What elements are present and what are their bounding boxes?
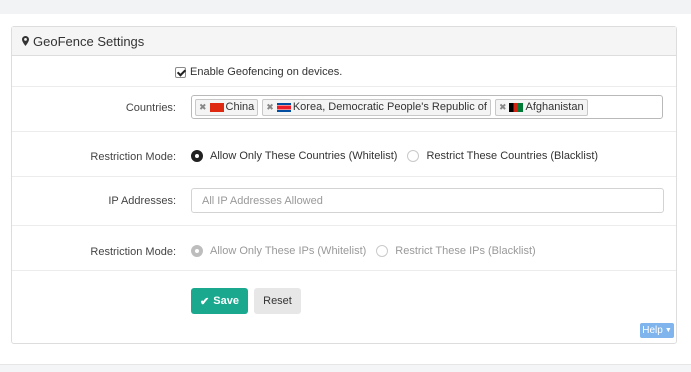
countries-select[interactable]: ✖ China ✖ Korea, Democratic People's Rep… bbox=[191, 95, 663, 119]
save-button-label: Save bbox=[213, 295, 239, 307]
bottom-bar bbox=[0, 364, 691, 372]
top-bar bbox=[0, 0, 691, 14]
country-restriction-label: Restriction Mode: bbox=[90, 151, 176, 163]
north-korea-flag-icon bbox=[276, 102, 291, 112]
ip-restriction-label: Restriction Mode: bbox=[90, 246, 176, 258]
reset-button[interactable]: Reset bbox=[254, 288, 301, 314]
ip-whitelist-radio[interactable] bbox=[191, 245, 203, 257]
ip-whitelist-label[interactable]: Allow Only These IPs (Whitelist) bbox=[210, 245, 366, 257]
china-flag-icon bbox=[209, 102, 224, 112]
ip-blacklist-radio[interactable] bbox=[376, 245, 389, 257]
country-whitelist-label[interactable]: Allow Only These Countries (Whitelist) bbox=[210, 150, 397, 162]
ip-addresses-input[interactable]: All IP Addresses Allowed bbox=[191, 188, 664, 213]
ip-restriction-options: Allow Only These IPs (Whitelist) Restric… bbox=[191, 245, 536, 257]
country-tag-north-korea[interactable]: ✖ Korea, Democratic People's Republic of bbox=[262, 98, 491, 116]
enable-geofencing-label: Enable Geofencing on devices. bbox=[190, 66, 343, 78]
check-icon: ✔ bbox=[200, 295, 210, 308]
afghanistan-flag-icon bbox=[509, 102, 524, 112]
map-marker-icon bbox=[22, 36, 29, 46]
caret-down-icon: ▼ bbox=[664, 327, 672, 334]
country-whitelist-radio[interactable] bbox=[191, 150, 203, 162]
country-blacklist-radio[interactable] bbox=[407, 150, 420, 162]
ip-blacklist-label[interactable]: Restrict These IPs (Blacklist) bbox=[395, 245, 535, 257]
ip-addresses-label: IP Addresses: bbox=[108, 195, 176, 207]
country-tag-label: China bbox=[225, 101, 255, 113]
help-button-label: Help bbox=[642, 325, 663, 336]
countries-label: Countries: bbox=[125, 102, 176, 114]
enable-row bbox=[12, 56, 676, 87]
panel-title: GeoFence Settings bbox=[33, 33, 145, 49]
remove-tag-icon[interactable]: ✖ bbox=[499, 102, 507, 113]
enable-geofencing-toggle[interactable]: Enable Geofencing on devices. bbox=[175, 66, 342, 78]
enable-geofencing-checkbox[interactable] bbox=[175, 66, 186, 78]
help-button[interactable]: Help ▼ bbox=[640, 323, 674, 338]
geofence-settings-panel: GeoFence Settings Enable Geofencing on d… bbox=[11, 26, 677, 344]
panel-heading: GeoFence Settings bbox=[12, 27, 676, 56]
country-tag-china[interactable]: ✖ China bbox=[195, 98, 259, 116]
country-blacklist-label[interactable]: Restrict These Countries (Blacklist) bbox=[426, 150, 598, 162]
country-tag-label: Korea, Democratic People's Republic of bbox=[292, 101, 487, 113]
country-tag-afghanistan[interactable]: ✖ Afghanistan bbox=[494, 98, 588, 116]
remove-tag-icon[interactable]: ✖ bbox=[199, 102, 207, 113]
remove-tag-icon[interactable]: ✖ bbox=[266, 102, 274, 113]
save-button[interactable]: ✔ Save bbox=[191, 288, 248, 314]
country-restriction-options: Allow Only These Countries (Whitelist) R… bbox=[191, 150, 598, 162]
country-tag-label: Afghanistan bbox=[525, 101, 584, 113]
